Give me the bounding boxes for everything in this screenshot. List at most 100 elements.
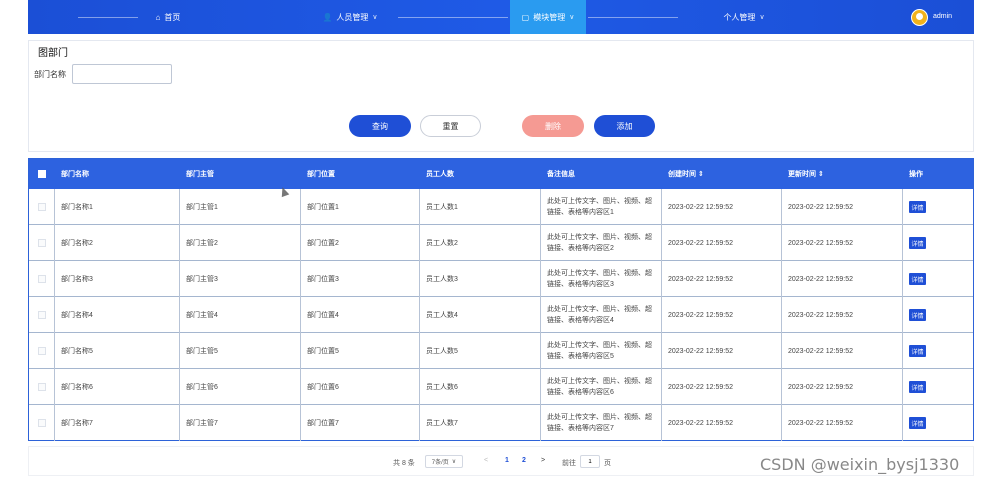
row-checkbox[interactable] — [37, 203, 46, 211]
page-size-select[interactable]: 7条/页 ∨ — [425, 455, 463, 468]
cell-created: 2023-02-22 12:59:52 — [662, 297, 782, 333]
cell-created: 2023-02-22 12:59:52 — [662, 225, 782, 261]
cell-manager: 部门主管6 — [180, 369, 301, 405]
cell-location: 部门位置3 — [301, 261, 420, 297]
cell-op: 详情 — [903, 369, 973, 405]
detail-button[interactable]: 详情 — [909, 417, 926, 429]
table-row: 部门名称2 部门主管2 部门位置2 员工人数2 此处可上传文字、图片、视频、超链接、表格… — [29, 225, 973, 261]
username[interactable]: admin — [933, 13, 952, 20]
cell-count: 员工人数2 — [420, 225, 541, 261]
detail-button[interactable]: 详情 — [909, 237, 926, 249]
detail-button[interactable]: 详情 — [909, 381, 926, 393]
watermark: CSDN @weixin_bysj1330 — [760, 455, 960, 474]
detail-button[interactable]: 详情 — [909, 309, 926, 321]
nav-personal[interactable]: 个人管理 ∨ — [704, 0, 784, 34]
row-checkbox-cell — [29, 189, 55, 225]
cell-op: 详情 — [903, 225, 973, 261]
table-row: 部门名称3 部门主管3 部门位置3 员工人数3 此处可上传文字、图片、视频、超链接、表格… — [29, 261, 973, 297]
header-checkbox-cell — [29, 159, 55, 189]
reset-button[interactable]: 重置 — [420, 115, 481, 137]
col-header-count: 员工人数 — [426, 171, 454, 178]
cell-op: 详情 — [903, 189, 973, 225]
goto-label: 前往 — [562, 460, 576, 467]
detail-button[interactable]: 详情 — [909, 345, 926, 357]
cell-note: 此处可上传文字、图片、视频、超链接、表格等内容区1 — [541, 189, 662, 225]
cell-manager: 部门主管5 — [180, 333, 301, 369]
cell-created: 2023-02-22 12:59:52 — [662, 405, 782, 441]
cell-count: 员工人数5 — [420, 333, 541, 369]
row-checkbox-cell — [29, 261, 55, 297]
dept-name-input[interactable] — [72, 64, 172, 84]
table-row: 部门名称1 部门主管1 部门位置1 员工人数1 此处可上传文字、图片、视频、超链接、表格… — [29, 189, 973, 225]
nav-divider — [398, 17, 508, 18]
cell-op: 详情 — [903, 261, 973, 297]
row-checkbox[interactable] — [37, 419, 46, 427]
table-body: 部门名称1 部门主管1 部门位置1 员工人数1 此处可上传文字、图片、视频、超链接、表格… — [29, 189, 973, 441]
cell-note: 此处可上传文字、图片、视频、超链接、表格等内容区6 — [541, 369, 662, 405]
nav-home[interactable]: ⌂ 首页 — [128, 0, 208, 34]
chevron-down-icon: ∨ — [569, 14, 575, 21]
cell-updated: 2023-02-22 12:59:52 — [782, 189, 903, 225]
row-checkbox[interactable] — [37, 311, 46, 319]
detail-button[interactable]: 详情 — [909, 201, 926, 213]
nav-personnel-label: 人员管理 — [336, 12, 369, 22]
next-page-button[interactable]: > — [541, 457, 545, 464]
cell-updated: 2023-02-22 12:59:52 — [782, 369, 903, 405]
cell-updated: 2023-02-22 12:59:52 — [782, 297, 903, 333]
cell-note: 此处可上传文字、图片、视频、超链接、表格等内容区7 — [541, 405, 662, 441]
nav-modules-label: 模块管理 — [533, 12, 566, 22]
cell-note: 此处可上传文字、图片、视频、超链接、表格等内容区4 — [541, 297, 662, 333]
cell-name: 部门名称6 — [55, 369, 180, 405]
row-checkbox[interactable] — [37, 347, 46, 355]
page-1-button[interactable]: 1 — [505, 457, 509, 464]
total-count: 共 8 条 — [393, 460, 415, 467]
add-button[interactable]: 添加 — [594, 115, 655, 137]
cell-name: 部门名称5 — [55, 333, 180, 369]
row-checkbox[interactable] — [37, 383, 46, 391]
col-header-created[interactable]: 创建时间 ⇕ — [662, 159, 782, 189]
select-all-checkbox[interactable] — [38, 170, 46, 178]
avatar[interactable] — [911, 9, 928, 26]
detail-button[interactable]: 详情 — [909, 273, 926, 285]
top-nav: ⌂ 首页 👤 人员管理 ∨ ▢ 模块管理 ∨ 个人管理 ∨ — [28, 0, 974, 34]
nav-personnel[interactable]: 👤 人员管理 ∨ — [304, 0, 396, 34]
delete-button[interactable]: 删除 — [522, 115, 584, 137]
cell-name: 部门名称3 — [55, 261, 180, 297]
col-header-updated[interactable]: 更新时间 ⇕ — [782, 159, 903, 189]
cell-location: 部门位置1 — [301, 189, 420, 225]
prev-page-button[interactable]: < — [484, 457, 488, 464]
search-panel: 图部门 部门名称 查询 重置 删除 添加 — [28, 40, 974, 152]
table-row: 部门名称5 部门主管5 部门位置5 员工人数5 此处可上传文字、图片、视频、超链接、表格… — [29, 333, 973, 369]
col-header-op: 操作 — [909, 171, 923, 178]
data-table: 部门名称 部门主管 部门位置 员工人数 备注信息 创建时间 ⇕ 更新时间 ⇕ 操… — [28, 158, 974, 441]
cell-created: 2023-02-22 12:59:52 — [662, 333, 782, 369]
cell-manager: 部门主管3 — [180, 261, 301, 297]
chevron-down-icon: ∨ — [372, 14, 378, 21]
row-checkbox[interactable] — [37, 275, 46, 283]
row-checkbox-cell — [29, 225, 55, 261]
table-row: 部门名称4 部门主管4 部门位置4 员工人数4 此处可上传文字、图片、视频、超链接、表格… — [29, 297, 973, 333]
page-2-button[interactable]: 2 — [522, 457, 526, 464]
cell-count: 员工人数3 — [420, 261, 541, 297]
col-header-note: 备注信息 — [547, 171, 575, 178]
cell-updated: 2023-02-22 12:59:52 — [782, 333, 903, 369]
cell-note: 此处可上传文字、图片、视频、超链接、表格等内容区3 — [541, 261, 662, 297]
dept-name-label: 部门名称 — [34, 70, 66, 79]
cell-location: 部门位置5 — [301, 333, 420, 369]
goto-page-input[interactable] — [580, 455, 600, 468]
table-header: 部门名称 部门主管 部门位置 员工人数 备注信息 创建时间 ⇕ 更新时间 ⇕ 操… — [29, 159, 973, 189]
query-button[interactable]: 查询 — [349, 115, 411, 137]
row-checkbox[interactable] — [37, 239, 46, 247]
panel-tag: 图部门 — [38, 48, 68, 59]
nav-modules[interactable]: ▢ 模块管理 ∨ — [510, 0, 586, 34]
cell-count: 员工人数7 — [420, 405, 541, 441]
cell-count: 员工人数1 — [420, 189, 541, 225]
col-header-location: 部门位置 — [307, 171, 335, 178]
cell-op: 详情 — [903, 405, 973, 441]
cell-created: 2023-02-22 12:59:52 — [662, 369, 782, 405]
cell-count: 员工人数4 — [420, 297, 541, 333]
home-icon: ⌂ — [155, 12, 161, 22]
cell-name: 部门名称4 — [55, 297, 180, 333]
col-header-name: 部门名称 — [61, 171, 89, 178]
row-checkbox-cell — [29, 297, 55, 333]
